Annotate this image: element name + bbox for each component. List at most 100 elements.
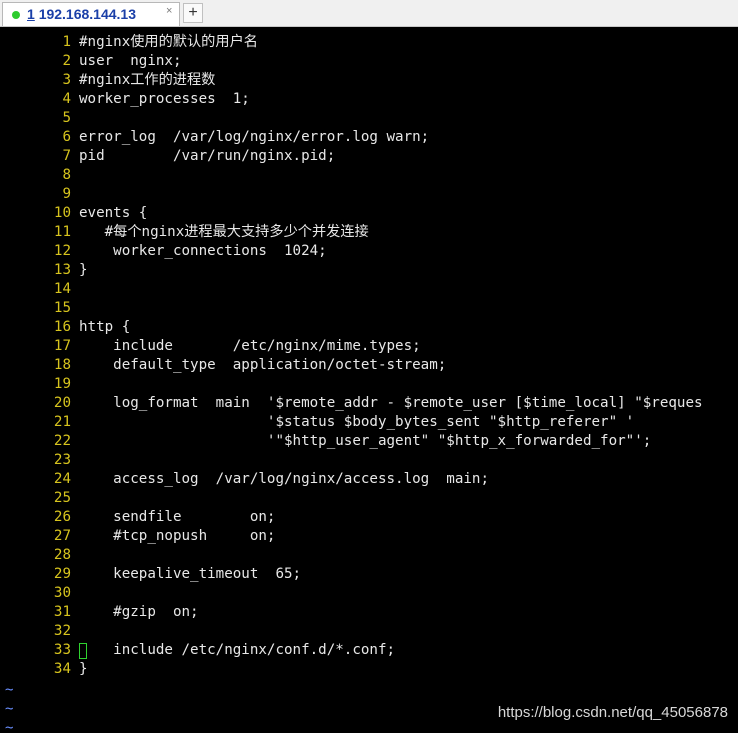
empty-line-marker: ~ [5,701,14,717]
line-text: log_format main '$remote_addr - $remote_… [79,395,703,411]
line-number: 10 [53,205,71,221]
line-text: #tcp_nopush on; [79,528,276,544]
empty-line-marker: ~ [5,720,14,733]
line-number: 32 [53,623,71,639]
code-line: 29 keepalive_timeout 65; [0,565,301,584]
line-text: include /etc/nginx/conf.d/*.conf; [79,642,396,658]
line-text: '"$http_user_agent" "$http_x_forwarded_f… [79,433,652,449]
code-line: 3 #nginx工作的进程数 [0,71,215,90]
code-line: 34} [0,660,88,679]
code-line: 8 [0,166,79,185]
line-text: #nginx使用的默认的用户名 [79,34,258,50]
line-number: 17 [53,338,71,354]
line-number: 28 [53,547,71,563]
code-line: 6 error_log /var/log/nginx/error.log warn… [0,128,429,147]
code-line: 13} [0,261,88,280]
line-number: 20 [53,395,71,411]
line-number: 31 [53,604,71,620]
code-line: 20 log_format main '$remote_addr - $remo… [0,394,703,413]
code-line: 21 '$status $body_bytes_sent "$http_refe… [0,413,634,432]
line-number: 21 [53,414,71,430]
line-number: 2 [62,53,71,69]
tab-label: 1 192.168.144.13 [27,6,136,22]
line-text: worker_connections 1024; [79,243,327,259]
code-line: 5 [0,109,79,128]
code-line: 10 events { [0,204,147,223]
code-line: 24 access_log /var/log/nginx/access.log … [0,470,489,489]
code-line: 2 user nginx; [0,52,182,71]
code-line: 31 #gzip on; [0,603,199,622]
code-line: 14 [0,280,79,299]
line-text: #gzip on; [79,604,199,620]
code-line: 19 [0,375,79,394]
code-line: 15 [0,299,79,318]
line-number: 8 [62,167,71,183]
line-number: 23 [53,452,71,468]
line-number: 34 [53,661,71,677]
line-number: 9 [62,186,71,202]
line-text: user nginx; [79,53,182,69]
line-text: keepalive_timeout 65; [79,566,302,582]
code-line: 12 worker_connections 1024; [0,242,327,261]
line-number: 15 [53,300,71,316]
session-tab[interactable]: 1 192.168.144.13 × [2,2,180,26]
line-number: 5 [62,110,71,126]
line-number: 14 [53,281,71,297]
text-cursor [79,643,87,659]
code-line: 32 [0,622,79,641]
line-number: 3 [62,72,71,88]
code-line: 16 http { [0,318,130,337]
code-line: 22 '"$http_user_agent" "$http_x_forwarde… [0,432,651,451]
line-text: error_log /var/log/nginx/error.log warn; [79,129,430,145]
line-number: 13 [53,262,71,278]
line-text: } [79,262,88,278]
line-text: http { [79,319,131,335]
line-number: 22 [53,433,71,449]
code-line: 25 [0,489,79,508]
line-text: } [79,661,88,677]
line-text: worker_processes 1; [79,91,250,107]
line-number: 7 [62,148,71,164]
tab-title: 192.168.144.13 [38,6,137,22]
code-line: 30 [0,584,79,603]
line-number: 27 [53,528,71,544]
connection-status-icon [12,11,20,19]
line-number: 24 [53,471,71,487]
code-line: 28 [0,546,79,565]
code-line: 9 [0,185,79,204]
code-line: 11 #每个nginx进程最大支持多少个并发连接 [0,223,369,242]
line-number: 19 [53,376,71,392]
line-number: 33 [53,642,71,658]
line-number: 29 [53,566,71,582]
watermark-text: https://blog.csdn.net/qq_45056878 [497,704,728,721]
line-number: 12 [53,243,71,259]
line-text: '$status $body_bytes_sent "$http_referer… [79,414,635,430]
line-text: default_type application/octet-stream; [79,357,447,373]
line-number: 1 [62,34,71,50]
code-line: 33 include /etc/nginx/conf.d/*.conf; [0,641,395,660]
line-number: 30 [53,585,71,601]
code-line: 7 pid /var/run/nginx.pid; [0,147,335,166]
line-number: 11 [53,224,71,240]
terminal-editor[interactable]: 1 #nginx使用的默认的用户名 2 user nginx; 3 #nginx工作的进程… [0,33,738,733]
line-number: 16 [53,319,71,335]
close-tab-icon[interactable]: × [166,5,172,17]
new-tab-button[interactable]: + [183,3,203,23]
line-text: #nginx工作的进程数 [79,72,216,88]
line-text: include /etc/nginx/mime.types; [79,338,421,354]
code-line: 17 include /etc/nginx/mime.types; [0,337,421,356]
line-text: access_log /var/log/nginx/access.log mai… [79,471,489,487]
line-text: pid /var/run/nginx.pid; [79,148,336,164]
line-text: #每个nginx进程最大支持多少个并发连接 [79,224,369,240]
code-line: 1 #nginx使用的默认的用户名 [0,33,258,52]
code-line: 26 sendfile on; [0,508,276,527]
line-number: 4 [62,91,71,107]
line-number: 25 [53,490,71,506]
code-line: 27 #tcp_nopush on; [0,527,276,546]
tab-index: 1 [27,6,35,22]
line-number: 26 [53,509,71,525]
empty-line-marker: ~ [5,682,14,698]
code-line: 18 default_type application/octet-stream… [0,356,446,375]
line-text: sendfile on; [79,509,276,525]
line-text: events { [79,205,148,221]
